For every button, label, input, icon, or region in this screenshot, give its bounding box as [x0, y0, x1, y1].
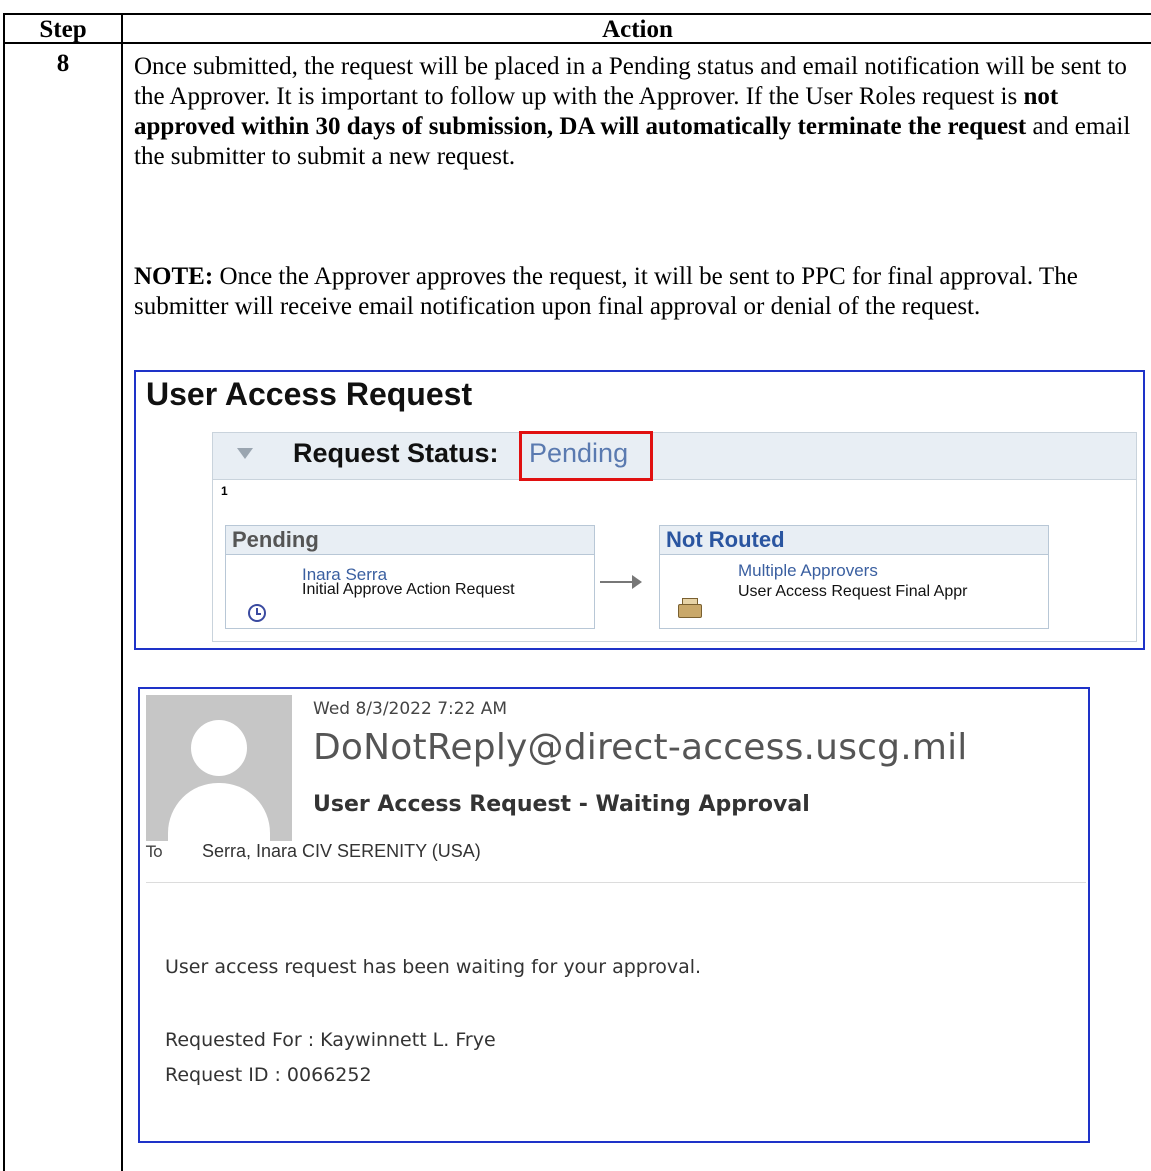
request-status-bar: Request Status: Pending	[213, 431, 1136, 481]
route-arrow-icon	[632, 575, 642, 589]
table-left-border	[3, 13, 5, 1171]
uar-title: User Access Request	[146, 376, 473, 412]
note-label: NOTE:	[134, 263, 214, 290]
note-paragraph: NOTE: Once the Approver approves the req…	[134, 262, 1134, 322]
status-highlight-box	[519, 431, 653, 481]
inbox-tray-icon	[678, 604, 702, 618]
request-status-label: Request Status:	[293, 438, 499, 468]
instruction-paragraph: Once submitted, the request will be plac…	[134, 52, 1134, 172]
approvers-action: User Access Request Final Appr	[738, 583, 968, 600]
email-request-id: Request ID : 0066252	[165, 1064, 372, 1086]
clock-icon	[248, 604, 266, 622]
user-access-request-screenshot: User Access Request Request Status: Pend…	[134, 370, 1145, 650]
approver-action: Initial Approve Action Request	[302, 581, 515, 598]
approvers-name[interactable]: Multiple Approvers	[738, 562, 878, 579]
email-date: Wed 8/3/2022 7:22 AM	[313, 699, 508, 719]
avatar	[146, 695, 292, 841]
email-to-label: To	[146, 842, 163, 861]
email-requested-for: Requested For : Kaywinnett L. Frye	[165, 1029, 496, 1051]
header-action: Action	[602, 16, 673, 43]
email-notification-screenshot: Wed 8/3/2022 7:22 AM DoNotReply@direct-a…	[138, 687, 1090, 1143]
stage-not-routed-box: Not Routed Multiple Approvers User Acces…	[659, 525, 1049, 629]
stage-pending-header: Pending	[226, 526, 594, 555]
route-arrow-line	[600, 581, 632, 583]
avatar-head	[191, 720, 247, 776]
note-text: Once the Approver approves the request, …	[134, 263, 1078, 320]
table-column-divider	[121, 13, 123, 1171]
stage-pending-box: Pending Inara Serra Initial Approve Acti…	[225, 525, 595, 629]
table-top-border	[3, 13, 1151, 15]
email-recipient[interactable]: Serra, Inara CIV SERENITY (USA)	[202, 841, 481, 862]
email-divider	[146, 882, 1086, 883]
email-body-line: User access request has been waiting for…	[165, 956, 702, 978]
instruction-text-a: Once submitted, the request will be plac…	[134, 53, 1127, 110]
stage-not-routed-header: Not Routed	[660, 526, 1048, 555]
step-number: 8	[56, 50, 70, 77]
email-sender: DoNotReply@direct-access.uscg.mil	[313, 727, 968, 768]
request-status-panel: Request Status: Pending 1 Pending Inara …	[212, 431, 1137, 642]
avatar-body	[168, 783, 270, 841]
header-step: Step	[39, 16, 87, 43]
email-subject: User Access Request - Waiting Approval	[313, 792, 810, 817]
collapse-triangle-icon[interactable]	[237, 448, 253, 459]
step-index: 1	[221, 484, 228, 498]
